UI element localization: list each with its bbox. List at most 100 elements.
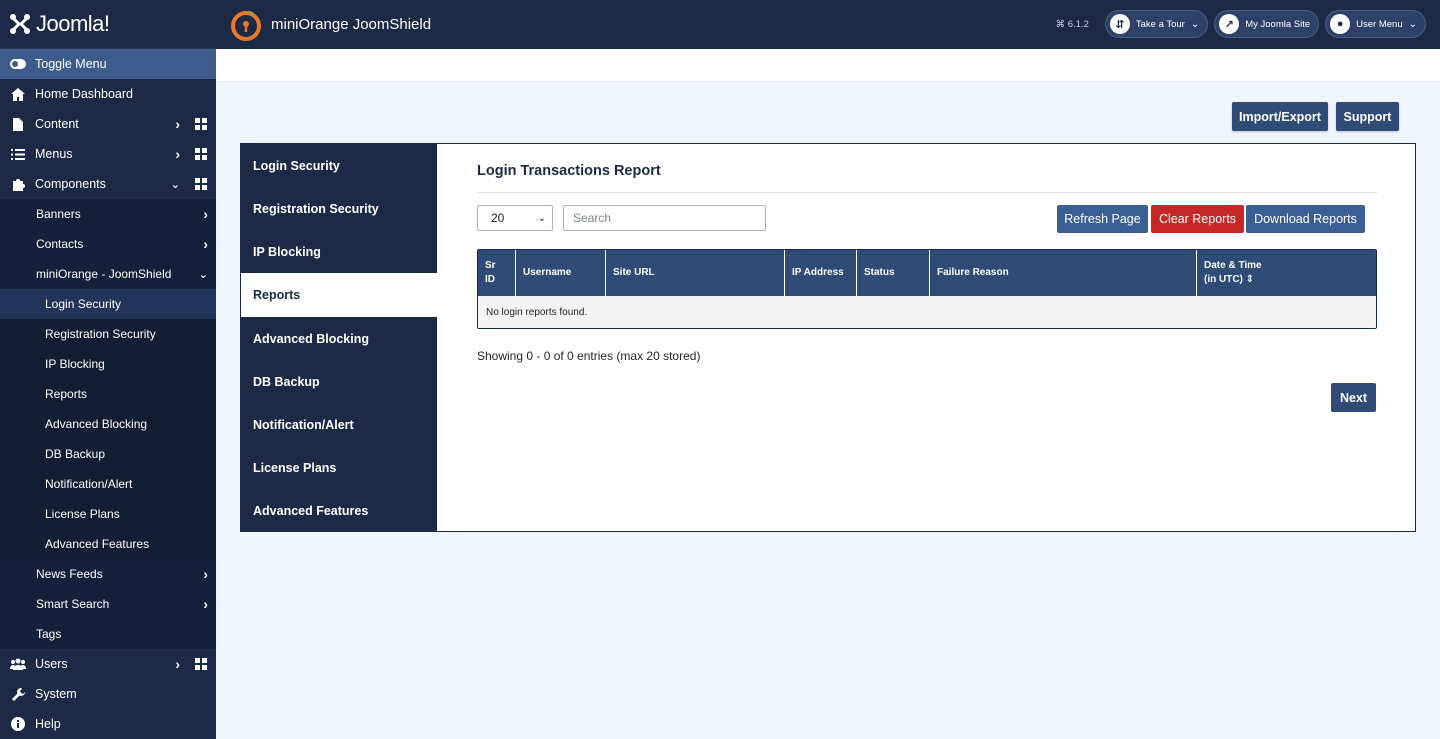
dashboard-grid-icon[interactable] <box>195 118 207 130</box>
col-date-time[interactable]: Date & Time (in UTC) ⇕ <box>1197 250 1376 296</box>
reports-table: Sr ID Username Site URL IP Address Status… <box>477 249 1377 329</box>
col-status[interactable]: Status <box>857 250 930 296</box>
sidebar-item-home[interactable]: Home Dashboard <box>0 79 216 109</box>
tab-ip-blocking[interactable]: IP Blocking <box>241 230 437 273</box>
dashboard-grid-icon[interactable] <box>195 178 207 190</box>
col-failure-reason[interactable]: Failure Reason <box>930 250 1197 296</box>
chevron-right-icon[interactable]: › <box>175 656 180 672</box>
sidebar-item-components[interactable]: Components ⌄ <box>0 169 216 199</box>
take-tour-label: Take a Tour <box>1135 18 1185 30</box>
col-sr-id[interactable]: Sr ID <box>478 250 516 296</box>
chevron-down-icon[interactable]: ⌄ <box>171 178 180 191</box>
take-tour-button[interactable]: ⇵ Take a Tour ⌄ <box>1104 10 1209 38</box>
col-sr-label: Sr <box>485 260 496 271</box>
refresh-page-button[interactable]: Refresh Page <box>1057 205 1148 233</box>
tab-registration-security[interactable]: Registration Security <box>241 187 437 230</box>
sidebar-item-login-security[interactable]: Login Security <box>0 289 216 319</box>
miniorange-logo-icon <box>231 10 261 41</box>
sidebar-item-help[interactable]: Help <box>0 709 216 739</box>
tab-login-security[interactable]: Login Security <box>241 144 437 187</box>
sidebar-item-db-backup[interactable]: DB Backup <box>0 439 216 469</box>
sidebar-item-advanced-blocking[interactable]: Advanced Blocking <box>0 409 216 439</box>
sidebar-item-menus[interactable]: Menus › <box>0 139 216 169</box>
brand-name: Joomla! <box>36 11 110 36</box>
chevron-right-icon[interactable]: › <box>175 146 180 162</box>
chevron-right-icon: › <box>203 566 208 582</box>
divider <box>477 192 1377 193</box>
sidebar-item-content[interactable]: Content › <box>0 109 216 139</box>
app-title: miniOrange JoomShield <box>271 16 432 33</box>
sidebar-item-system[interactable]: System <box>0 679 216 709</box>
sidebar-item-ip-blocking[interactable]: IP Blocking <box>0 349 216 379</box>
my-site-button[interactable]: ↗ My Joomla Site <box>1214 10 1320 38</box>
sidebar-item-advanced-features[interactable]: Advanced Features <box>0 529 216 559</box>
wrench-icon <box>9 687 27 701</box>
page-size-select[interactable]: 20 ⌄ <box>477 205 553 231</box>
list-icon <box>9 147 27 161</box>
tab-advanced-blocking[interactable]: Advanced Blocking <box>241 317 437 360</box>
chevron-right-icon[interactable]: › <box>175 116 180 132</box>
col-username[interactable]: Username <box>516 250 606 296</box>
chevron-down-icon: ⌄ <box>1408 18 1417 30</box>
sidebar-item-label: License Plans <box>45 507 120 521</box>
chevron-down-icon: ⌄ <box>1190 18 1200 30</box>
sidebar-item-reports[interactable]: Reports <box>0 379 216 409</box>
chevron-right-icon: › <box>203 596 208 612</box>
toggle-menu[interactable]: Toggle Menu <box>0 49 216 79</box>
next-button[interactable]: Next <box>1331 383 1376 412</box>
dashboard-grid-icon[interactable] <box>195 658 207 670</box>
col-site-url[interactable]: Site URL <box>606 250 785 296</box>
col-id-label: ID <box>485 274 495 285</box>
col-ip-address[interactable]: IP Address <box>785 250 857 296</box>
table-header: Sr ID Username Site URL IP Address Status… <box>478 250 1376 296</box>
entries-summary: Showing 0 - 0 of 0 entries (max 20 store… <box>477 349 701 363</box>
chevron-down-icon: ⌄ <box>198 268 208 281</box>
tab-license-plans[interactable]: License Plans <box>241 446 437 489</box>
toggle-icon <box>9 57 27 71</box>
sidebar-item-tags[interactable]: Tags <box>0 619 216 649</box>
sidebar-item-label: Banners <box>36 207 81 221</box>
dashboard-grid-icon[interactable] <box>195 148 207 160</box>
import-export-button[interactable]: Import/Export <box>1232 102 1328 131</box>
sidebar-item-license-plans[interactable]: License Plans <box>0 499 216 529</box>
sidebar-item-label: Notification/Alert <box>45 477 133 491</box>
user-menu-button[interactable]: ● User Menu ⌄ <box>1325 10 1426 38</box>
toolbar-strip <box>216 49 1440 81</box>
file-icon <box>9 117 27 131</box>
tab-advanced-features[interactable]: Advanced Features <box>241 489 437 532</box>
components-submenu-rest: News Feeds › Smart Search › Tags <box>0 559 216 649</box>
tab-notification-alert[interactable]: Notification/Alert <box>241 403 437 446</box>
download-reports-button[interactable]: Download Reports <box>1246 205 1365 233</box>
sidebar-item-label: Contacts <box>36 237 84 251</box>
user-icon: ● <box>1330 14 1351 34</box>
chevron-right-icon: › <box>203 236 208 252</box>
sidebar-item-news-feeds[interactable]: News Feeds › <box>0 559 216 589</box>
search-input[interactable] <box>563 205 766 231</box>
sidebar-item-label: Home Dashboard <box>35 87 133 101</box>
feature-tabs: Login Security Registration Security IP … <box>241 144 437 531</box>
support-button[interactable]: Support <box>1336 102 1399 131</box>
joomshield-submenu: Login Security Registration Security IP … <box>0 289 216 559</box>
toggle-menu-label: Toggle Menu <box>35 57 107 71</box>
sidebar-item-contacts[interactable]: Contacts › <box>0 229 216 259</box>
sidebar-item-registration-security[interactable]: Registration Security <box>0 319 216 349</box>
components-submenu: Banners › Contacts › miniOrange - JoomShie… <box>0 199 216 289</box>
sidebar-item-users[interactable]: Users › <box>0 649 216 679</box>
brand-logo[interactable]: Joomla! <box>0 0 216 49</box>
chevron-right-icon: › <box>203 206 208 222</box>
page-size-value: 20 <box>491 211 505 225</box>
sidebar-item-label: miniOrange - JoomShield <box>36 267 172 281</box>
sidebar-item-label: Help <box>35 717 61 731</box>
clear-reports-button[interactable]: Clear Reports <box>1151 205 1244 233</box>
sidebar-item-notification[interactable]: Notification/Alert <box>0 469 216 499</box>
top-header: miniOrange JoomShield ⌘ 6.1.2 ⇵ Take a T… <box>216 0 1440 49</box>
tab-reports[interactable]: Reports <box>241 273 437 317</box>
sidebar-item-label: Advanced Blocking <box>45 417 148 431</box>
sidebar-item-label: IP Blocking <box>45 357 105 371</box>
sidebar-item-joomshield[interactable]: miniOrange - JoomShield ⌄ <box>0 259 216 289</box>
sidebar-item-banners[interactable]: Banners › <box>0 199 216 229</box>
sidebar-item-label: Smart Search <box>36 597 110 611</box>
table-empty-row: No login reports found. <box>478 296 1376 328</box>
tab-db-backup[interactable]: DB Backup <box>241 360 437 403</box>
sidebar-item-smart-search[interactable]: Smart Search › <box>0 589 216 619</box>
